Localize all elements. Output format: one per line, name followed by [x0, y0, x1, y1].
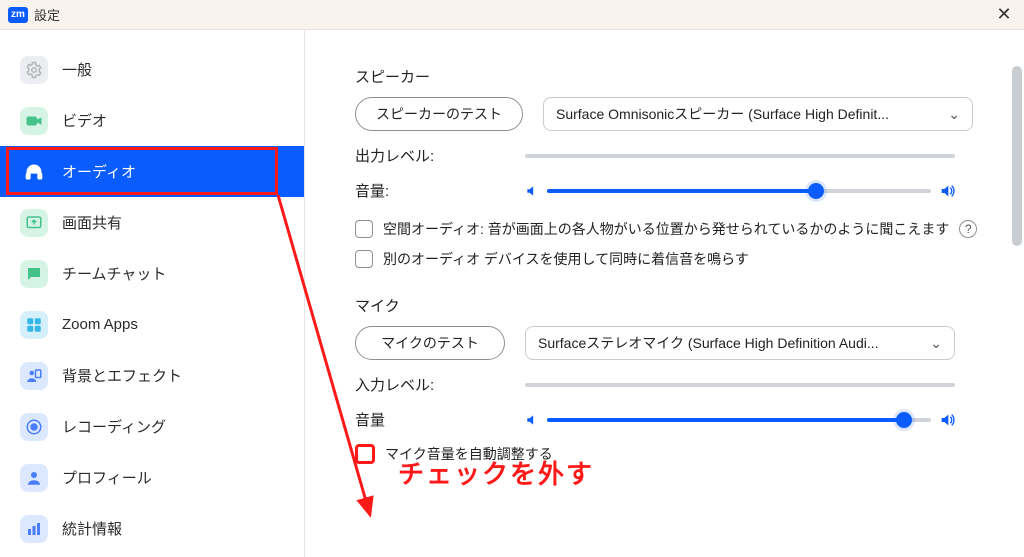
other-audio-device-checkbox[interactable] [355, 250, 373, 268]
sidebar-item-general[interactable]: 一般 [0, 44, 304, 95]
sidebar-item-label: チームチャット [62, 263, 166, 284]
sidebar-item-label: ビデオ [62, 110, 107, 131]
auto-adjust-mic-checkbox[interactable] [355, 444, 375, 464]
headphones-icon [20, 158, 48, 186]
spatial-audio-label: 空間オーディオ: 音が画面上の各人物がいる位置から発せられているかのように聞こえ… [383, 219, 949, 239]
sidebar-item-audio[interactable]: オーディオ [0, 146, 304, 197]
speaker-volume-slider[interactable] [525, 183, 955, 199]
help-icon[interactable]: ? [959, 220, 977, 238]
sidebar-item-label: プロフィール [62, 467, 152, 488]
sidebar-item-label: 画面共有 [62, 212, 122, 233]
close-icon: ✕ [996, 4, 1011, 24]
mic-input-level-meter [525, 383, 955, 387]
settings-sidebar: 一般 ビデオ オーディオ 画面共有 チームチャット [0, 30, 305, 557]
sidebar-item-label: Zoom Apps [62, 316, 138, 333]
sidebar-item-zoom-apps[interactable]: Zoom Apps [0, 299, 304, 350]
share-screen-icon [20, 209, 48, 237]
volume-low-icon [525, 413, 539, 427]
sidebar-item-recording[interactable]: レコーディング [0, 401, 304, 452]
sidebar-item-statistics[interactable]: 統計情報 [0, 503, 304, 554]
chevron-down-icon: ⌄ [948, 106, 960, 123]
chat-icon [20, 260, 48, 288]
gear-icon [20, 56, 48, 84]
sidebar-item-screen-share[interactable]: 画面共有 [0, 197, 304, 248]
video-icon [20, 107, 48, 135]
output-level-label: 出力レベル: [355, 145, 505, 166]
mic-device-dropdown[interactable]: Surfaceステレオマイク (Surface High Definition … [525, 326, 955, 360]
speaker-device-value: Surface Omnisonicスピーカー (Surface High Def… [556, 104, 889, 124]
speaker-volume-label: 音量: [355, 180, 505, 201]
mic-volume-label: 音量 [355, 409, 505, 430]
sidebar-item-background-effects[interactable]: 背景とエフェクト [0, 350, 304, 401]
scrollbar[interactable] [1012, 66, 1022, 246]
sidebar-item-label: 一般 [62, 59, 92, 80]
auto-adjust-mic-label: マイク音量を自動調整する [385, 444, 553, 464]
mic-device-value: Surfaceステレオマイク (Surface High Definition … [538, 333, 879, 353]
sidebar-item-video[interactable]: ビデオ [0, 95, 304, 146]
recording-icon [20, 413, 48, 441]
sidebar-item-label: オーディオ [62, 161, 136, 182]
volume-high-icon [939, 412, 955, 428]
sidebar-item-profile[interactable]: プロフィール [0, 452, 304, 503]
other-audio-device-label: 別のオーディオ デバイスを使用して同時に着信音を鳴らす [383, 249, 749, 269]
sidebar-item-team-chat[interactable]: チームチャット [0, 248, 304, 299]
input-level-label: 入力レベル: [355, 374, 505, 395]
spatial-audio-checkbox[interactable] [355, 220, 373, 238]
apps-icon [20, 311, 48, 339]
close-button[interactable]: ✕ [992, 4, 1016, 25]
background-icon [20, 362, 48, 390]
titlebar: zm 設定 ✕ [0, 0, 1024, 30]
sidebar-item-label: 背景とエフェクト [62, 365, 182, 386]
volume-low-icon [525, 184, 539, 198]
profile-icon [20, 464, 48, 492]
chevron-down-icon: ⌄ [930, 335, 942, 352]
sidebar-item-label: レコーディング [62, 416, 166, 437]
stats-icon [20, 515, 48, 543]
mic-volume-slider[interactable] [525, 412, 955, 428]
audio-settings-panel: スピーカー スピーカーのテスト Surface Omnisonicスピーカー (… [305, 30, 1024, 557]
volume-high-icon [939, 183, 955, 199]
speaker-device-dropdown[interactable]: Surface Omnisonicスピーカー (Surface High Def… [543, 97, 973, 131]
test-mic-button[interactable]: マイクのテスト [355, 326, 505, 360]
sidebar-item-label: 統計情報 [62, 518, 122, 539]
speaker-output-level-meter [525, 154, 955, 158]
zoom-logo-badge: zm [8, 7, 28, 23]
window-title: 設定 [34, 5, 60, 24]
test-speaker-button[interactable]: スピーカーのテスト [355, 97, 523, 131]
speaker-heading: スピーカー [355, 66, 994, 87]
mic-heading: マイク [355, 295, 994, 316]
